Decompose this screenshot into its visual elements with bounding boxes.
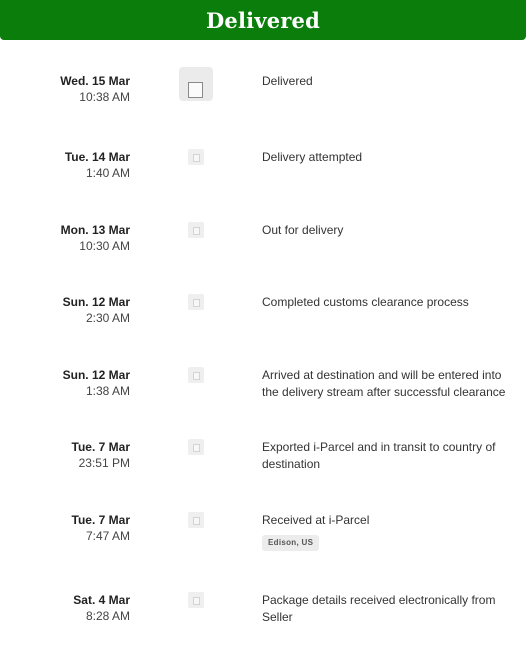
event-date: Tue. 7 Mar 23:51 PM bbox=[72, 439, 130, 471]
checkbox-icon bbox=[193, 517, 200, 525]
event-date: Mon. 13 Mar 10:30 AM bbox=[61, 222, 130, 254]
checkbox-icon bbox=[193, 444, 200, 452]
event-date: Tue. 7 Mar 7:47 AM bbox=[72, 512, 130, 544]
current-status-marker bbox=[179, 67, 213, 101]
status-marker bbox=[188, 439, 204, 455]
timeline-event: Sun. 12 Mar 2:30 AM Completed customs cl… bbox=[0, 294, 526, 354]
status-marker bbox=[188, 294, 204, 310]
checkbox-icon bbox=[193, 154, 200, 162]
timeline-event: Tue. 7 Mar 23:51 PM Exported i-Parcel an… bbox=[0, 439, 526, 499]
checkbox-icon bbox=[193, 597, 200, 605]
event-description: Exported i-Parcel and in transit to coun… bbox=[262, 440, 496, 471]
event-date: Tue. 14 Mar 1:40 AM bbox=[65, 149, 130, 181]
event-time: 23:51 PM bbox=[78, 456, 130, 470]
event-time: 7:47 AM bbox=[85, 529, 130, 543]
event-description: Package details received electronically … bbox=[262, 593, 496, 624]
status-marker bbox=[188, 149, 204, 165]
event-day: Sun. 12 Mar bbox=[62, 368, 130, 382]
timeline-event: Tue. 7 Mar 7:47 AM Received at i-Parcel … bbox=[0, 512, 526, 572]
event-day: Tue. 14 Mar bbox=[64, 150, 130, 164]
event-time: 2:30 AM bbox=[85, 311, 130, 325]
tracking-timeline: Wed. 15 Mar 10:38 AM Delivered Tue. 14 M… bbox=[0, 0, 526, 624]
event-date: Sun. 12 Mar 1:38 AM bbox=[63, 367, 130, 399]
event-date: Wed. 15 Mar 10:38 AM bbox=[60, 73, 130, 105]
timeline-event: Sat. 4 Mar 8:28 AM Package details recei… bbox=[0, 592, 526, 652]
checkbox-icon bbox=[193, 299, 200, 307]
checkbox-icon bbox=[193, 227, 200, 235]
event-description: Arrived at destination and will be enter… bbox=[262, 368, 506, 399]
event-description: Completed customs clearance process bbox=[262, 295, 469, 309]
checkbox-icon bbox=[188, 82, 203, 98]
event-day: Tue. 7 Mar bbox=[71, 440, 130, 454]
event-day: Tue. 7 Mar bbox=[71, 513, 130, 527]
event-description: Delivered bbox=[262, 74, 313, 88]
checkbox-icon bbox=[193, 372, 200, 380]
event-day: Mon. 13 Mar bbox=[60, 223, 130, 237]
event-date: Sun. 12 Mar 2:30 AM bbox=[63, 294, 130, 326]
event-date: Sat. 4 Mar 8:28 AM bbox=[73, 592, 130, 624]
event-time: 1:38 AM bbox=[85, 384, 130, 398]
event-time: 10:38 AM bbox=[79, 90, 130, 104]
event-description: Received at i-Parcel Edison, US bbox=[262, 512, 520, 551]
event-time: 8:28 AM bbox=[85, 609, 130, 623]
status-marker bbox=[188, 222, 204, 238]
status-marker bbox=[188, 512, 204, 528]
event-time: 1:40 AM bbox=[85, 166, 130, 180]
event-day: Sat. 4 Mar bbox=[73, 593, 130, 607]
timeline-event: Mon. 13 Mar 10:30 AM Out for delivery bbox=[0, 222, 526, 282]
event-description-text: Received at i-Parcel bbox=[262, 513, 370, 527]
timeline-event: Tue. 14 Mar 1:40 AM Delivery attempted bbox=[0, 149, 526, 209]
location-badge: Edison, US bbox=[262, 534, 320, 551]
status-marker bbox=[188, 367, 204, 383]
timeline-event: Sun. 12 Mar 1:38 AM Arrived at destinati… bbox=[0, 367, 526, 427]
event-description: Out for delivery bbox=[262, 223, 344, 237]
status-marker bbox=[188, 592, 204, 608]
timeline-event: Wed. 15 Mar 10:38 AM Delivered bbox=[0, 67, 526, 133]
event-day: Wed. 15 Mar bbox=[60, 74, 130, 88]
event-time: 10:30 AM bbox=[79, 239, 130, 253]
event-day: Sun. 12 Mar bbox=[62, 295, 130, 309]
event-description: Delivery attempted bbox=[262, 150, 363, 164]
